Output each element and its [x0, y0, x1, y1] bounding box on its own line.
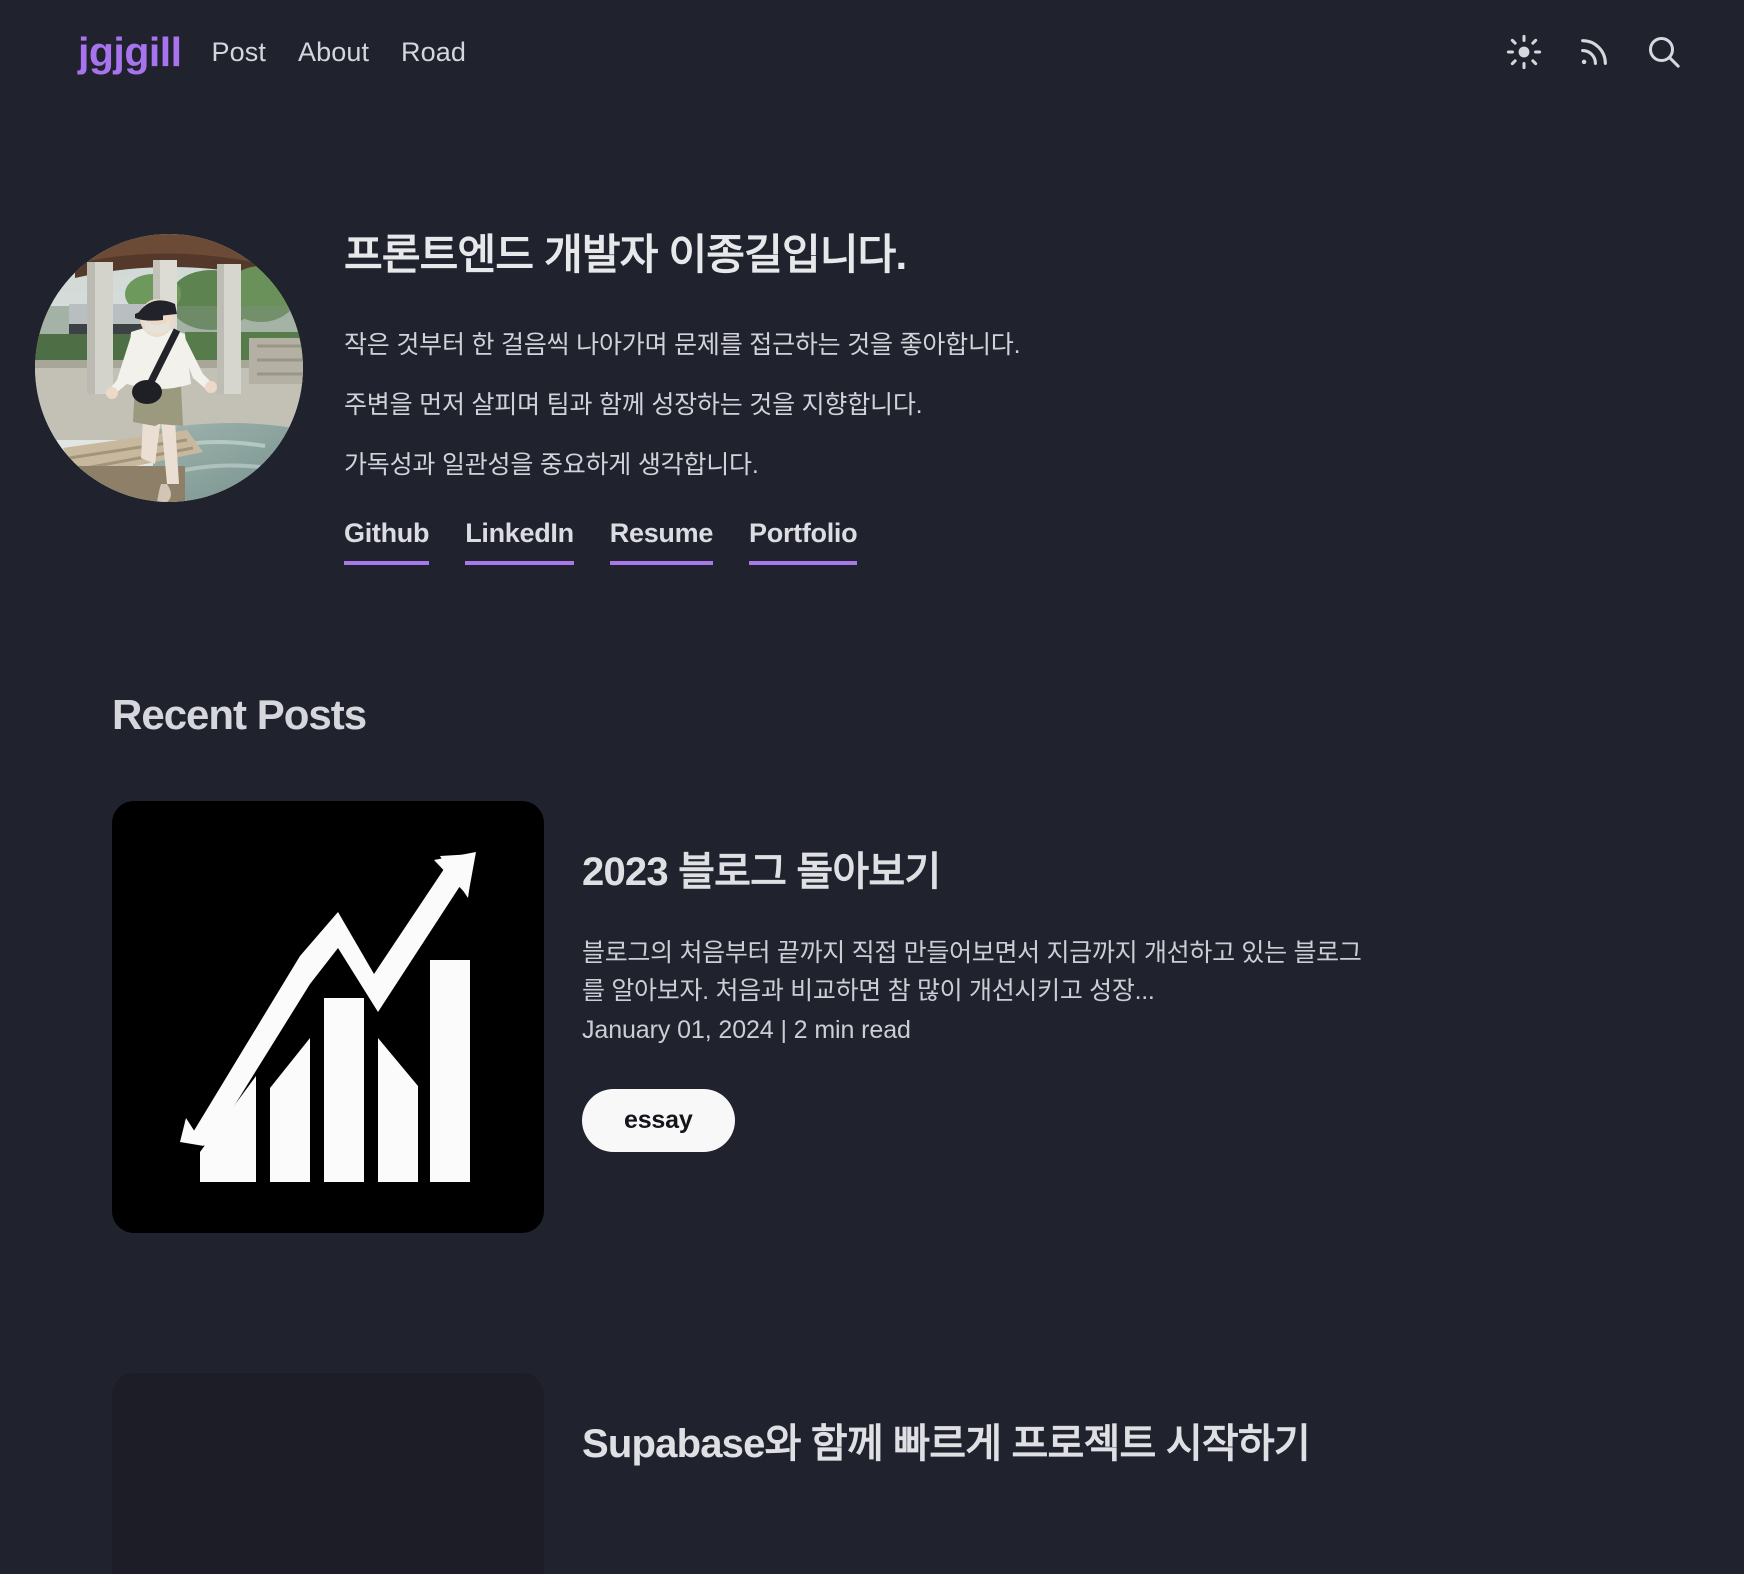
recent-posts-section: Recent Posts 2023 블로그 돌아보기 블로그의 처음부터 끝까지…	[0, 565, 1744, 1574]
sun-icon	[1506, 34, 1542, 70]
nav-item-post[interactable]: Post	[212, 38, 266, 66]
post-list-item[interactable]: Supabase와 함께 빠르게 프로젝트 시작하기	[112, 1373, 1744, 1574]
post-thumbnail[interactable]	[112, 801, 544, 1234]
hero-description-line-1: 작은 것부터 한 걸음씩 나아가며 문제를 접근하는 것을 좋아합니다.	[344, 330, 1021, 359]
nav-item-road[interactable]: Road	[401, 38, 466, 66]
hero-section: 프론트엔드 개발자 이종길입니다. 작은 것부터 한 걸음씩 나아가며 문제를 …	[0, 104, 1744, 566]
site-header: jgjgill Post About Road	[0, 0, 1744, 104]
search-button[interactable]	[1640, 28, 1688, 76]
hero-link-github[interactable]: Github	[344, 519, 429, 566]
rss-feed-button[interactable]	[1570, 28, 1618, 76]
site-logo[interactable]: jgjgill	[78, 31, 182, 73]
hero-link-portfolio[interactable]: Portfolio	[749, 519, 858, 566]
post-tags: essay	[582, 1089, 1382, 1153]
header-actions	[1500, 28, 1692, 76]
hero-link-linkedin[interactable]: LinkedIn	[465, 519, 574, 566]
hero-title: 프론트엔드 개발자 이종길입니다.	[344, 231, 907, 278]
post-info: 2023 블로그 돌아보기 블로그의 처음부터 끝까지 직접 만들어보면서 지금…	[582, 801, 1382, 1153]
main-navigation: Post About Road	[212, 38, 466, 66]
post-meta: January 01, 2024 | 2 min read	[582, 1016, 911, 1045]
tag-essay[interactable]: essay	[582, 1089, 735, 1153]
section-title-recent-posts: Recent Posts	[112, 691, 367, 739]
hero-description-line-3: 가독성과 일관성을 중요하게 생각합니다.	[344, 451, 759, 480]
hero-body: 프론트엔드 개발자 이종길입니다. 작은 것부터 한 걸음씩 나아가며 문제를 …	[338, 222, 1021, 566]
rss-icon	[1577, 35, 1611, 69]
post-list-item[interactable]: 2023 블로그 돌아보기 블로그의 처음부터 끝까지 직접 만들어보면서 지금…	[112, 801, 1744, 1234]
nav-item-about[interactable]: About	[298, 38, 369, 66]
hero-links: Github LinkedIn Resume Portfolio	[344, 519, 1020, 566]
page-root: jgjgill Post About Road 프론트엔드 개발자 이종길입니다…	[0, 0, 1744, 1574]
search-icon	[1644, 32, 1684, 72]
hero-link-resume[interactable]: Resume	[609, 519, 713, 566]
post-title[interactable]: 2023 블로그 돌아보기	[582, 847, 1382, 897]
post-thumbnail[interactable]	[112, 1373, 544, 1574]
avatar	[35, 234, 303, 502]
post-excerpt: 블로그의 처음부터 끝까지 직접 만들어보면서 지금까지 개선하고 있는 블로그…	[582, 939, 1362, 1005]
post-title[interactable]: Supabase와 함께 빠르게 프로젝트 시작하기	[582, 1419, 1311, 1469]
hero-description-line-2: 주변을 먼저 살피며 팀과 함께 성장하는 것을 지향합니다.	[344, 390, 923, 419]
growth-chart-icon	[178, 852, 478, 1183]
profile-photo-illustration	[35, 234, 303, 502]
theme-toggle-button[interactable]	[1500, 28, 1548, 76]
avatar-container	[0, 222, 338, 502]
post-info: Supabase와 함께 빠르게 프로젝트 시작하기	[582, 1373, 1311, 1507]
